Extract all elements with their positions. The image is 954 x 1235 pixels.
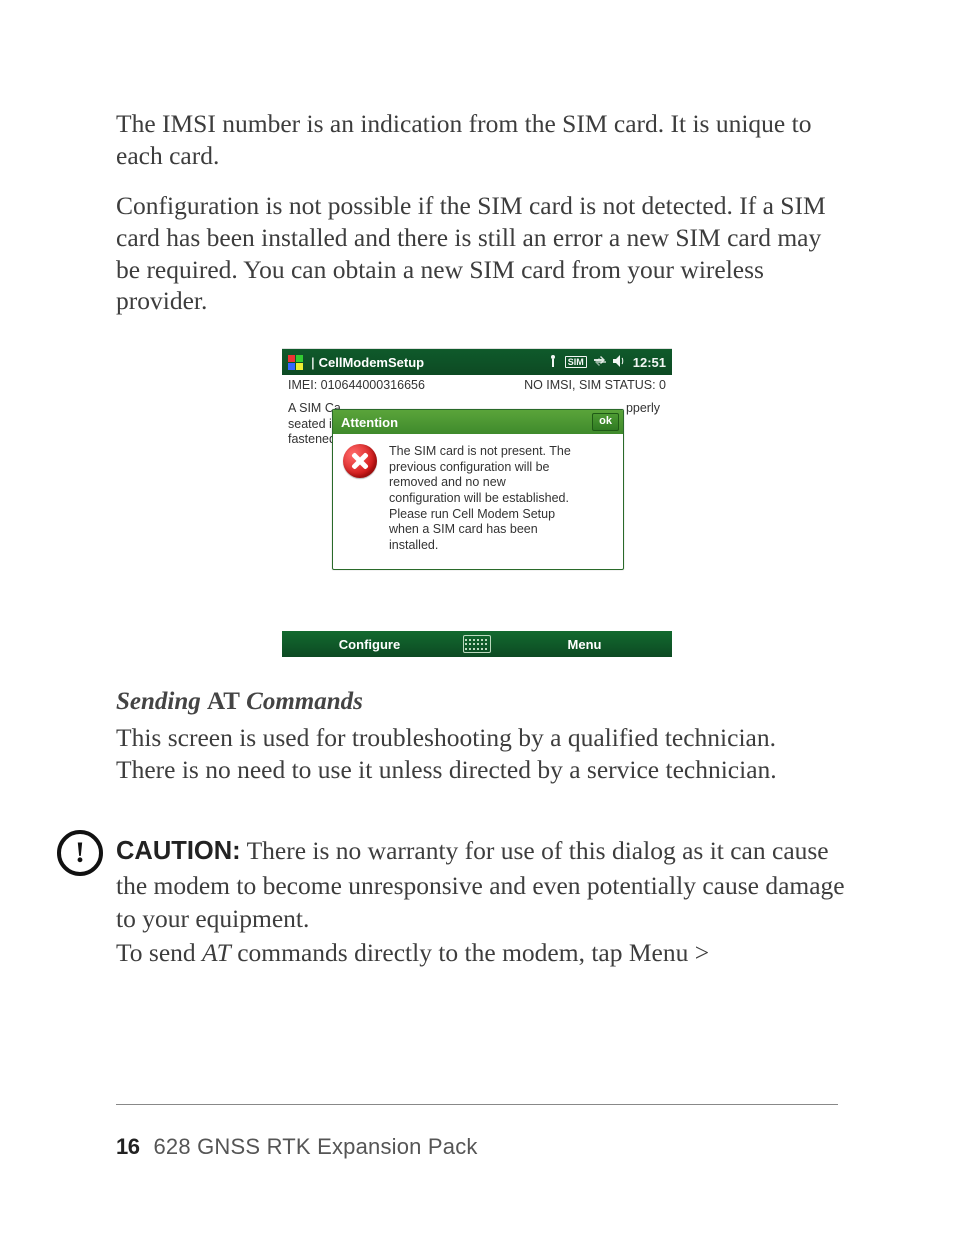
para-imsi: The IMSI number is an indication from th… [116, 108, 836, 172]
attention-dialog: Attention ok The SIM card is not present… [332, 409, 624, 570]
para-at-commands: This screen is used for troubleshooting … [116, 722, 836, 786]
status-tray: SIM 12:51 [547, 354, 666, 371]
section-heading: Sending AT Commands [116, 688, 363, 716]
imei-label: IMEI: 010644000316656 [288, 378, 425, 392]
page-footer: 16 628 GNSS RTK Expansion Pack [116, 1134, 478, 1160]
caution-line2a: To send [116, 938, 202, 967]
info-row: IMEI: 010644000316656 NO IMSI, SIM STATU… [282, 375, 672, 392]
titlebar: | CellModemSetup SIM 12:51 [282, 349, 672, 375]
heading-word-sending: Sending [116, 688, 201, 715]
app-title: CellModemSetup [319, 355, 424, 370]
dialog-message: The SIM card is not present. The previou… [389, 444, 579, 553]
intro-paragraphs: The IMSI number is an indication from th… [116, 108, 836, 335]
page-number: 16 [116, 1134, 139, 1159]
ok-button[interactable]: ok [592, 413, 619, 431]
softkey-configure[interactable]: Configure [282, 637, 457, 652]
caution-block: CAUTION: There is no warranty for use of… [116, 834, 856, 970]
sync-icon [593, 355, 607, 370]
speaker-icon [613, 355, 627, 370]
caution-at-italic: AT [202, 938, 231, 967]
dialog-titlebar: Attention ok [333, 410, 623, 434]
sim-status-label: NO IMSI, SIM STATUS: 0 [524, 378, 666, 392]
device-screenshot: | CellModemSetup SIM 12:51 IMEI: 0106440… [282, 348, 672, 657]
error-icon [343, 444, 377, 478]
caution-icon: ! [57, 830, 103, 876]
dialog-title-text: Attention [341, 415, 398, 430]
caution-line2b: commands directly to the modem, tap Menu… [231, 938, 709, 967]
softkey-bar: Configure Menu [282, 631, 672, 657]
heading-word-commands: Commands [246, 688, 363, 715]
footer-rule [116, 1104, 838, 1105]
softkey-menu[interactable]: Menu [497, 637, 672, 652]
dialog-body: The SIM card is not present. The previou… [333, 434, 623, 569]
heading-word-at: AT [207, 688, 240, 715]
clock: 12:51 [633, 355, 666, 370]
para-config: Configuration is not possible if the SIM… [116, 190, 836, 318]
keyboard-icon[interactable] [463, 635, 491, 653]
caution-label: CAUTION: [116, 837, 241, 865]
signal-icon [547, 354, 559, 371]
footer-title: 628 GNSS RTK Expansion Pack [153, 1134, 477, 1159]
title-separator: | [311, 355, 315, 370]
background-text-right: pperly [626, 401, 660, 415]
windows-logo-icon [288, 355, 303, 370]
sim-icon: SIM [565, 356, 587, 368]
